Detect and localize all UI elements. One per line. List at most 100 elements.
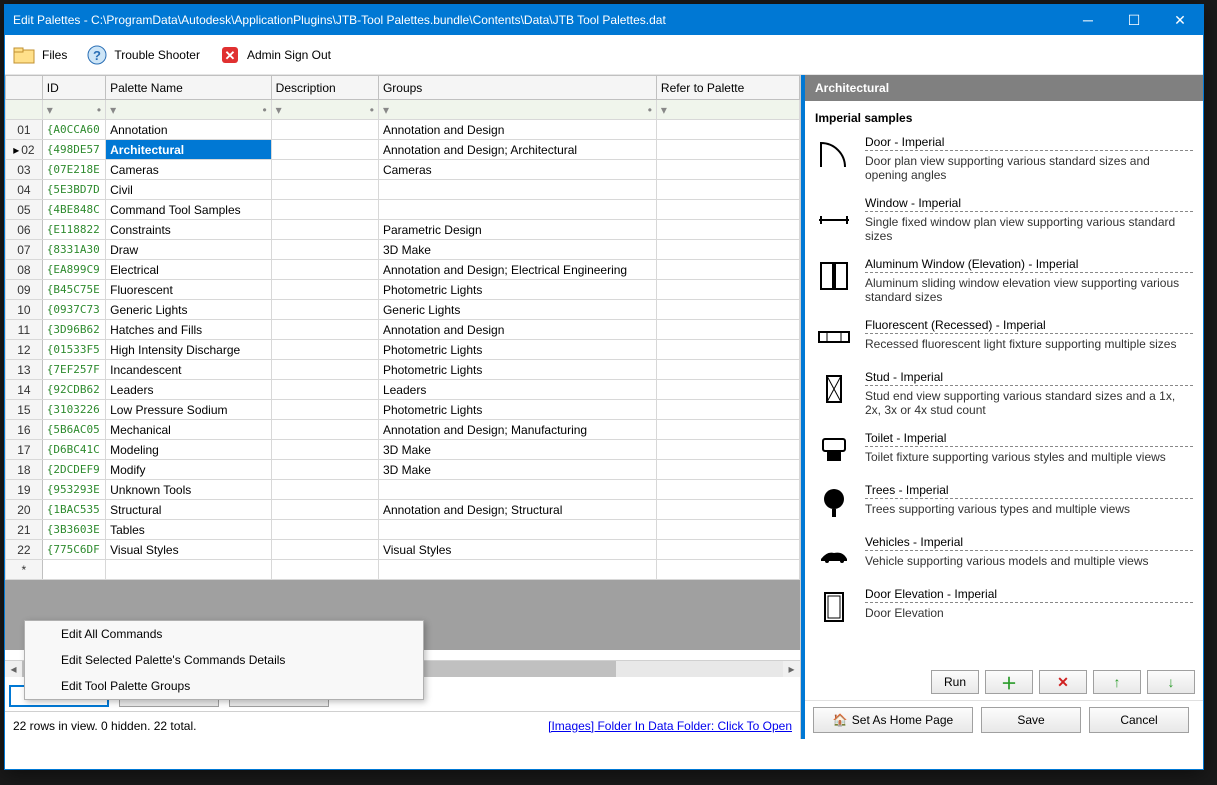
minimize-button[interactable]: ─ xyxy=(1065,5,1111,35)
filter-icon[interactable]: ▾ xyxy=(276,103,282,117)
table-row[interactable]: 10{0937C73Generic LightsGeneric Lights xyxy=(6,300,800,320)
add-item-button[interactable]: ＋ xyxy=(985,670,1033,694)
panel-section-title: Imperial samples xyxy=(815,111,1193,125)
sample-item[interactable]: Fluorescent (Recessed) - Imperial Recess… xyxy=(815,318,1193,356)
images-folder-link[interactable]: [Images] Folder In Data Folder: Click To… xyxy=(548,719,792,733)
svg-text:?: ? xyxy=(93,48,101,63)
sample-icon xyxy=(815,587,853,625)
sample-item[interactable]: Door Elevation - Imperial Door Elevation xyxy=(815,587,1193,625)
sample-desc: Trees supporting various types and multi… xyxy=(865,502,1193,516)
sample-icon xyxy=(815,135,853,173)
cm-edit-all[interactable]: Edit All Commands xyxy=(25,621,423,647)
col-refer[interactable]: Refer to Palette xyxy=(656,76,799,100)
sample-item[interactable]: Stud - Imperial Stud end view supporting… xyxy=(815,370,1193,417)
table-row[interactable]: 07{8331A30Draw3D Make xyxy=(6,240,800,260)
sample-icon xyxy=(815,483,853,521)
sample-item[interactable]: Door - Imperial Door plan view supportin… xyxy=(815,135,1193,182)
save-button[interactable]: Save xyxy=(981,707,1081,733)
new-row[interactable]: * xyxy=(6,560,800,580)
run-button[interactable]: Run xyxy=(931,670,979,694)
edit-palettes-window: Edit Palettes - C:\ProgramData\Autodesk\… xyxy=(4,4,1204,770)
sample-name: Fluorescent (Recessed) - Imperial xyxy=(865,318,1193,334)
signout-icon: ✕ xyxy=(218,43,242,67)
sample-item[interactable]: Trees - Imperial Trees supporting variou… xyxy=(815,483,1193,521)
maximize-button[interactable]: ☐ xyxy=(1111,5,1157,35)
table-row[interactable]: 01{A0CCA60AnnotationAnnotation and Desig… xyxy=(6,120,800,140)
palette-grid[interactable]: ID Palette Name Description Groups Refer… xyxy=(5,75,800,580)
table-row[interactable]: 03{07E218ECamerasCameras xyxy=(6,160,800,180)
set-home-button[interactable]: 🏠Set As Home Page xyxy=(813,707,973,733)
panel-header: Architectural xyxy=(805,75,1203,101)
col-groups[interactable]: Groups xyxy=(378,76,656,100)
trouble-shooter-button[interactable]: ? Trouble Shooter xyxy=(85,43,200,67)
sample-desc: Vehicle supporting various models and mu… xyxy=(865,554,1193,568)
table-row[interactable]: 21{3B3603ETables xyxy=(6,520,800,540)
sample-desc: Door plan view supporting various standa… xyxy=(865,154,1193,182)
table-row[interactable]: 15{3103226Low Pressure SodiumPhotometric… xyxy=(6,400,800,420)
col-rownum[interactable] xyxy=(6,76,43,100)
filter-icon[interactable]: ▾ xyxy=(661,103,667,117)
table-row[interactable]: 06{E118822ConstraintsParametric Design xyxy=(6,220,800,240)
filter-icon[interactable]: ▾ xyxy=(47,103,53,117)
sample-name: Vehicles - Imperial xyxy=(865,535,1193,551)
sample-name: Door Elevation - Imperial xyxy=(865,587,1193,603)
sample-desc: Toilet fixture supporting various styles… xyxy=(865,450,1193,464)
sample-desc: Aluminum sliding window elevation view s… xyxy=(865,276,1193,304)
table-row[interactable]: 05{4BE848CCommand Tool Samples xyxy=(6,200,800,220)
arrow-up-icon: ↑ xyxy=(1114,674,1121,690)
cancel-button[interactable]: Cancel xyxy=(1089,707,1189,733)
table-row[interactable]: 09{B45C75EFluorescentPhotometric Lights xyxy=(6,280,800,300)
sample-name: Door - Imperial xyxy=(865,135,1193,151)
sample-name: Toilet - Imperial xyxy=(865,431,1193,447)
cm-edit-selected[interactable]: Edit Selected Palette's Commands Details xyxy=(25,647,423,673)
filter-row[interactable]: ▾• ▾• ▾• ▾• ▾ xyxy=(6,100,800,120)
table-row[interactable]: 22{775C6DFVisual StylesVisual Styles xyxy=(6,540,800,560)
filter-icon[interactable]: ▾ xyxy=(110,103,116,117)
table-row[interactable]: 13{7EF257FIncandescentPhotometric Lights xyxy=(6,360,800,380)
table-row[interactable]: 19{953293EUnknown Tools xyxy=(6,480,800,500)
admin-signout-button[interactable]: ✕ Admin Sign Out xyxy=(218,43,331,67)
col-desc[interactable]: Description xyxy=(271,76,378,100)
remove-item-button[interactable]: ✕ xyxy=(1039,670,1087,694)
files-button[interactable]: Files xyxy=(13,43,67,67)
svg-text:✕: ✕ xyxy=(225,48,236,63)
window-title: Edit Palettes - C:\ProgramData\Autodesk\… xyxy=(13,13,1065,27)
home-icon: 🏠 xyxy=(833,713,848,727)
close-button[interactable]: ✕ xyxy=(1157,5,1203,35)
table-row[interactable]: 17{D6BC41CModeling3D Make xyxy=(6,440,800,460)
sample-icon xyxy=(815,318,853,356)
col-id[interactable]: ID xyxy=(42,76,105,100)
table-row[interactable]: 08{EA899C9ElectricalAnnotation and Desig… xyxy=(6,260,800,280)
edit-context-menu: Edit All Commands Edit Selected Palette'… xyxy=(24,620,424,700)
table-row[interactable]: 20{1BAC535StructuralAnnotation and Desig… xyxy=(6,500,800,520)
table-row[interactable]: 14{92CDB62LeadersLeaders xyxy=(6,380,800,400)
folder-icon xyxy=(13,43,37,67)
sample-name: Trees - Imperial xyxy=(865,483,1193,499)
sample-icon xyxy=(815,257,853,295)
filter-icon[interactable]: ▾ xyxy=(383,103,389,117)
table-row[interactable]: 02{498DE57ArchitecturalAnnotation and De… xyxy=(6,140,800,160)
toolbar: Files ? Trouble Shooter ✕ Admin Sign Out xyxy=(5,35,1203,75)
scroll-left-icon[interactable]: ◂ xyxy=(5,661,22,678)
move-up-button[interactable]: ↑ xyxy=(1093,670,1141,694)
arrow-down-icon: ↓ xyxy=(1168,674,1175,690)
sample-item[interactable]: Toilet - Imperial Toilet fixture support… xyxy=(815,431,1193,469)
sample-desc: Door Elevation xyxy=(865,606,1193,620)
titlebar[interactable]: Edit Palettes - C:\ProgramData\Autodesk\… xyxy=(5,5,1203,35)
table-row[interactable]: 16{5B6AC05MechanicalAnnotation and Desig… xyxy=(6,420,800,440)
scroll-right-icon[interactable]: ▸ xyxy=(783,661,800,678)
cm-edit-groups[interactable]: Edit Tool Palette Groups xyxy=(25,673,423,699)
table-row[interactable]: 04{5E3BD7DCivil xyxy=(6,180,800,200)
table-row[interactable]: 11{3D96B62Hatches and FillsAnnotation an… xyxy=(6,320,800,340)
table-row[interactable]: 18{2DCDEF9Modify3D Make xyxy=(6,460,800,480)
col-name[interactable]: Palette Name xyxy=(106,76,272,100)
sample-item[interactable]: Vehicles - Imperial Vehicle supporting v… xyxy=(815,535,1193,573)
status-text: 22 rows in view. 0 hidden. 22 total. xyxy=(13,719,196,733)
table-row[interactable]: 12{01533F5High Intensity DischargePhotom… xyxy=(6,340,800,360)
x-icon: ✕ xyxy=(1057,674,1069,691)
sample-item[interactable]: Window - Imperial Single fixed window pl… xyxy=(815,196,1193,243)
sample-item[interactable]: Aluminum Window (Elevation) - Imperial A… xyxy=(815,257,1193,304)
sample-name: Stud - Imperial xyxy=(865,370,1193,386)
move-down-button[interactable]: ↓ xyxy=(1147,670,1195,694)
sample-desc: Single fixed window plan view supporting… xyxy=(865,215,1193,243)
